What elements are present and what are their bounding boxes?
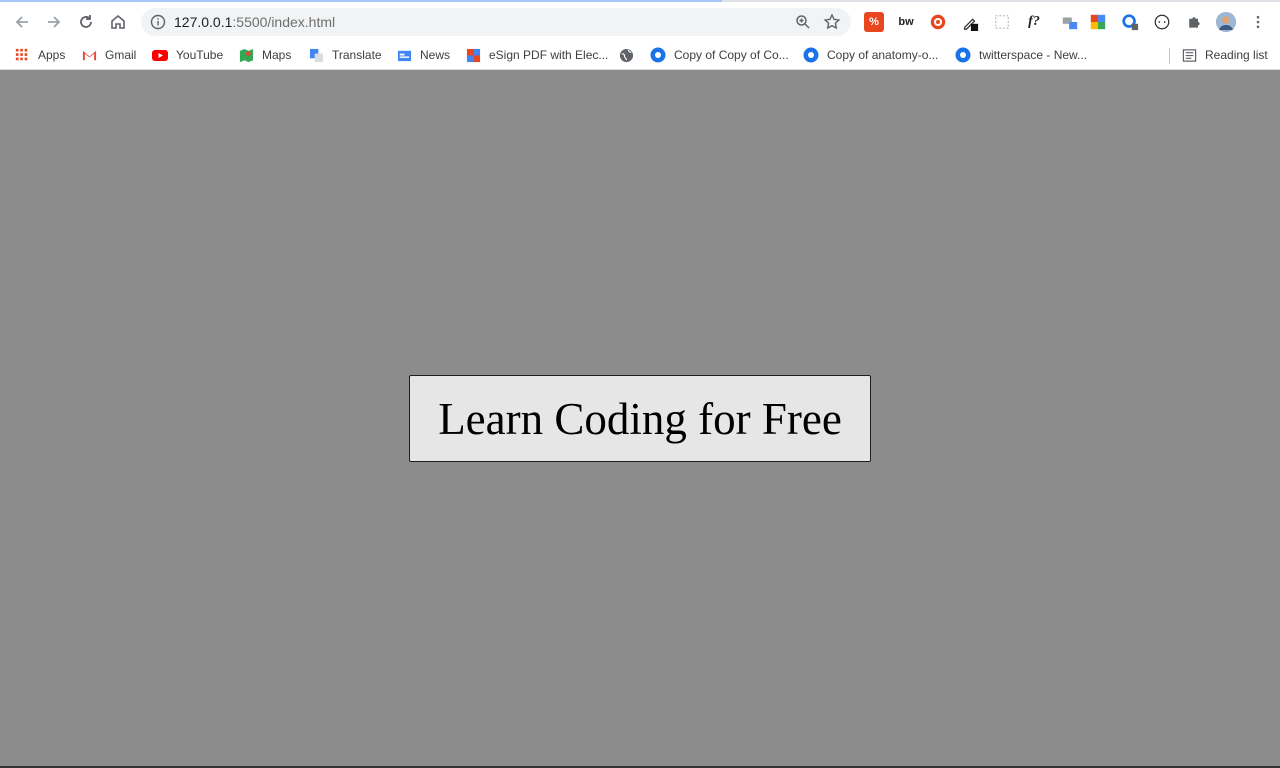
bookmark-gmail[interactable]: Gmail	[81, 44, 136, 66]
ext-label: bw	[898, 16, 914, 28]
color-grid-extension-icon[interactable]	[1088, 12, 1108, 32]
translate-extension-icon[interactable]	[1060, 12, 1080, 32]
chrome-doc-icon	[955, 47, 971, 63]
maps-icon	[238, 47, 254, 63]
bookmark-globe[interactable]	[618, 44, 642, 66]
bookmarks-bar: Apps Gmail YouTube Maps Translate News e…	[0, 40, 1280, 70]
bookmark-label: Apps	[38, 48, 66, 62]
bookmark-label: Translate	[332, 48, 382, 62]
bookmark-apps[interactable]: Apps	[14, 44, 65, 66]
bookmark-label: Maps	[262, 48, 292, 62]
translate-icon	[308, 47, 324, 63]
info-icon[interactable]	[150, 14, 166, 30]
url-path: :5500/index.html	[232, 14, 336, 30]
reading-list-icon	[1181, 47, 1197, 63]
home-icon	[111, 14, 125, 29]
zoom-icon[interactable]	[795, 14, 811, 30]
bookmark-label: News	[420, 48, 451, 62]
kebab-menu-icon[interactable]	[1248, 12, 1268, 32]
bookmark-translate[interactable]: Translate	[308, 44, 382, 66]
bookmark-maps[interactable]: Maps	[238, 44, 291, 66]
chrome-doc-icon	[650, 47, 666, 63]
bookmark-esign[interactable]: eSign PDF with Elec...	[465, 44, 608, 66]
bookmark-youtube[interactable]: YouTube	[152, 44, 223, 66]
url-text[interactable]: 127.0.0.1:5500/index.html	[174, 8, 335, 36]
bookmark-star-icon[interactable]	[823, 13, 841, 31]
font-extension-icon[interactable]: f?	[1024, 12, 1044, 32]
ext-label: f?	[1028, 14, 1040, 29]
bookmark-news[interactable]: News	[396, 44, 450, 66]
bw-extension-icon[interactable]: bw	[896, 12, 916, 32]
reading-list-button[interactable]: Reading list	[1181, 44, 1268, 66]
reload-button[interactable]	[72, 8, 100, 36]
arrow-left-icon	[15, 16, 28, 28]
address-bar[interactable]: 127.0.0.1:5500/index.html	[141, 8, 851, 36]
dotted-square-extension-icon[interactable]	[992, 12, 1012, 32]
reading-list-label: Reading list	[1205, 48, 1268, 62]
bookmark-copy-of-copy[interactable]: Copy of Copy of Co...	[650, 44, 789, 66]
bookmark-label: eSign PDF with Elec...	[489, 48, 609, 62]
circle-dots-extension-icon[interactable]	[1152, 12, 1172, 32]
esign-icon	[465, 47, 481, 63]
percent-extension-icon[interactable]: %	[864, 12, 884, 32]
profile-avatar-icon[interactable]	[1216, 12, 1236, 32]
bookmarks-divider	[1169, 48, 1170, 64]
browser-toolbar: 127.0.0.1:5500/index.html % bw f?	[0, 0, 1280, 40]
eyedropper-extension-icon[interactable]	[960, 12, 980, 32]
learn-coding-button[interactable]: Learn Coding for Free	[409, 375, 871, 462]
bookmark-twitterspace[interactable]: twitterspace - New...	[955, 44, 1087, 66]
bookmark-label: twitterspace - New...	[979, 48, 1088, 62]
gear-badge-extension-icon[interactable]	[1120, 12, 1140, 32]
globe-icon	[618, 47, 634, 63]
bookmark-label: Gmail	[105, 48, 137, 62]
bookmark-label: Copy of Copy of Co...	[674, 48, 789, 62]
bookmark-label: YouTube	[176, 48, 224, 62]
apps-grid-icon	[14, 47, 30, 63]
tab-strip-accent	[0, 0, 722, 2]
bookmark-copy-of-anatomy[interactable]: Copy of anatomy-o...	[803, 44, 938, 66]
page-viewport: Learn Coding for Free	[0, 71, 1280, 768]
target-extension-icon[interactable]	[928, 12, 948, 32]
puzzle-icon[interactable]	[1184, 12, 1204, 32]
news-icon	[396, 47, 412, 63]
bookmark-label: Copy of anatomy-o...	[827, 48, 939, 62]
gmail-icon	[81, 47, 97, 63]
home-button[interactable]	[104, 8, 132, 36]
ext-label: %	[869, 16, 879, 28]
youtube-icon	[152, 47, 168, 63]
forward-button[interactable]	[40, 8, 68, 36]
back-button[interactable]	[8, 8, 36, 36]
chrome-doc-icon	[803, 47, 819, 63]
arrow-right-icon	[48, 16, 61, 28]
url-host: 127.0.0.1	[174, 14, 233, 30]
reload-icon	[80, 15, 92, 28]
